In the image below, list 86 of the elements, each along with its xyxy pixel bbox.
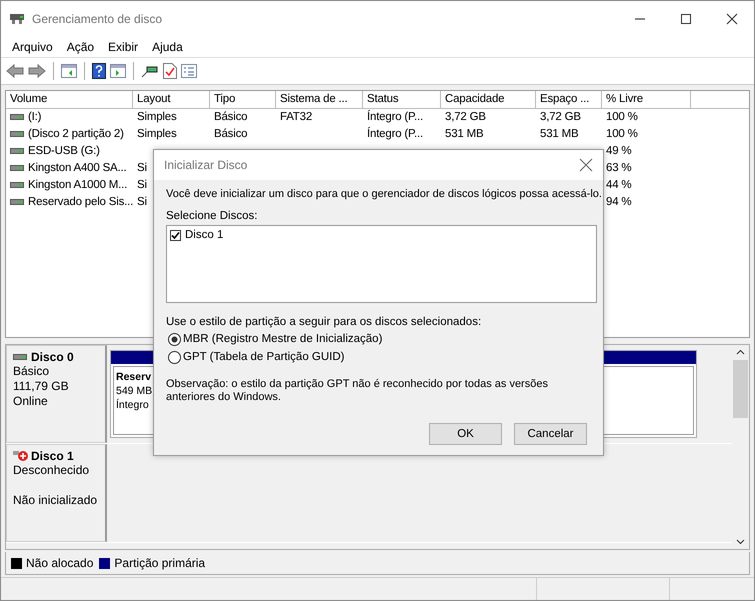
table-cell-text: FAT32 <box>280 110 312 126</box>
drive-icon <box>10 198 24 206</box>
table-cell-text: Kingston A400 SA... <box>28 161 126 176</box>
partition-status: Íntegro <box>116 398 149 412</box>
table-cell-text: Si <box>137 161 147 176</box>
panel-icon[interactable] <box>61 64 77 78</box>
forward-arrow-icon[interactable] <box>28 64 46 78</box>
drive-icon <box>10 147 24 156</box>
disk-name: Disco 0 <box>31 350 74 364</box>
note-text: Observação: o estilo da partição GPT não é reconhecido por todas as versões anteriores do Windows. <box>166 378 549 404</box>
table-cell-text: 44 % <box>606 178 632 194</box>
legend-label: Partição primária <box>114 556 206 570</box>
disk-type: Desconhecido <box>13 463 90 478</box>
column-header[interactable]: Layout <box>133 90 210 109</box>
disk-list[interactable]: Disco 1 <box>166 225 597 303</box>
table-cell-text: 94 % <box>606 195 632 210</box>
partition-size: 549 MB <box>116 384 152 398</box>
disk-error-icon <box>13 450 29 462</box>
disk-state: Não inicializado <box>13 493 98 508</box>
drive-icon <box>10 164 24 172</box>
section-label: Selecione Discos: <box>166 209 258 224</box>
table-cell-text: 49 % <box>606 144 632 160</box>
disk-state: Online <box>13 394 49 410</box>
back-arrow-icon[interactable] <box>6 64 24 78</box>
column-header[interactable]: Capacidade <box>441 90 536 109</box>
table-cell-text: Si <box>137 178 147 194</box>
table-cell-text: Kingston A1000 M... <box>28 178 128 194</box>
column-header[interactable]: Espaço ... <box>536 90 602 109</box>
column-header[interactable]: % Livre <box>602 90 691 109</box>
column-header[interactable]: Status <box>363 90 441 109</box>
table-cell-text: 3,72 GB <box>445 110 486 126</box>
cancel-button[interactable]: Cancelar <box>514 423 587 445</box>
radio-button[interactable] <box>168 350 181 364</box>
table-cell-text: Simples <box>137 127 177 142</box>
window-title: Gerenciamento de disco <box>32 12 162 26</box>
table-cell-text: 100 % <box>606 127 638 142</box>
table-cell: Íntegro (P... <box>367 109 424 126</box>
drive-icon <box>9 12 25 26</box>
disk-type: Básico <box>13 364 50 380</box>
scroll-down-icon[interactable] <box>736 539 745 546</box>
table-cell-text: ESD-USB (G:) <box>28 144 100 160</box>
option-label[interactable]: GPT (Tabela de Partição GUID) <box>183 351 344 363</box>
table-cell: Íntegro (P... <box>367 126 424 142</box>
column-header[interactable]: Sistema de ... <box>276 90 363 109</box>
drive-icon <box>13 353 29 362</box>
radio-button[interactable] <box>168 332 181 346</box>
table-cell-text: Si <box>137 195 147 210</box>
ok-button[interactable]: OK <box>429 423 502 445</box>
maximize-icon[interactable] <box>680 12 692 25</box>
checkbox[interactable] <box>170 230 181 240</box>
table-cell-text: Básico <box>214 110 248 126</box>
table-cell-text: Simples <box>137 110 177 126</box>
table-cell-text: 3,72 GB <box>540 110 581 126</box>
list-item[interactable]: Disco 1 <box>185 229 224 241</box>
table-cell-text: 63 % <box>606 161 632 176</box>
menu-item[interactable]: Arquivo <box>5 40 60 54</box>
drive-icon <box>10 181 24 190</box>
legend-label: Não alocado <box>26 556 94 570</box>
drive-icon <box>10 130 24 138</box>
close-icon[interactable] <box>726 12 738 25</box>
table-cell-text: (Disco 2 partição 2) <box>28 127 124 142</box>
table-cell-text: 531 MB <box>540 127 578 142</box>
menu-item[interactable]: Ajuda <box>145 40 190 54</box>
list-icon[interactable] <box>181 64 197 78</box>
table-cell-text: Reservado pelo Sis... <box>28 195 134 210</box>
column-header[interactable]: Volume <box>6 90 133 109</box>
scrollbar-thumb[interactable] <box>733 360 748 418</box>
dialog-title: Inicializar Disco <box>164 158 248 172</box>
partition-name: Reserv <box>116 370 152 384</box>
section-label: Use o estilo de partição a seguir para os discos selecionados: <box>166 315 482 330</box>
help-icon[interactable] <box>92 62 106 79</box>
checkmark-document-icon[interactable] <box>163 62 177 79</box>
table-cell-text: 100 % <box>606 110 638 126</box>
table-cell-text: (I:) <box>28 110 42 126</box>
scroll-up-icon[interactable] <box>736 349 745 356</box>
table-cell-text: Básico <box>214 127 248 142</box>
close-icon[interactable] <box>579 158 593 172</box>
column-header[interactable]: Tipo <box>210 90 276 109</box>
connect-icon[interactable] <box>141 64 159 78</box>
disk-name: Disco 1 <box>31 449 74 464</box>
menu-item[interactable]: Exibir <box>101 40 146 54</box>
disk-size: 111,79 GB <box>13 379 70 394</box>
menu-item[interactable]: Ação <box>60 40 102 54</box>
option-label[interactable]: MBR (Registro Mestre de Inicialização) <box>183 333 382 345</box>
table-cell-text: 531 MB <box>445 127 484 142</box>
drive-icon <box>10 113 24 122</box>
